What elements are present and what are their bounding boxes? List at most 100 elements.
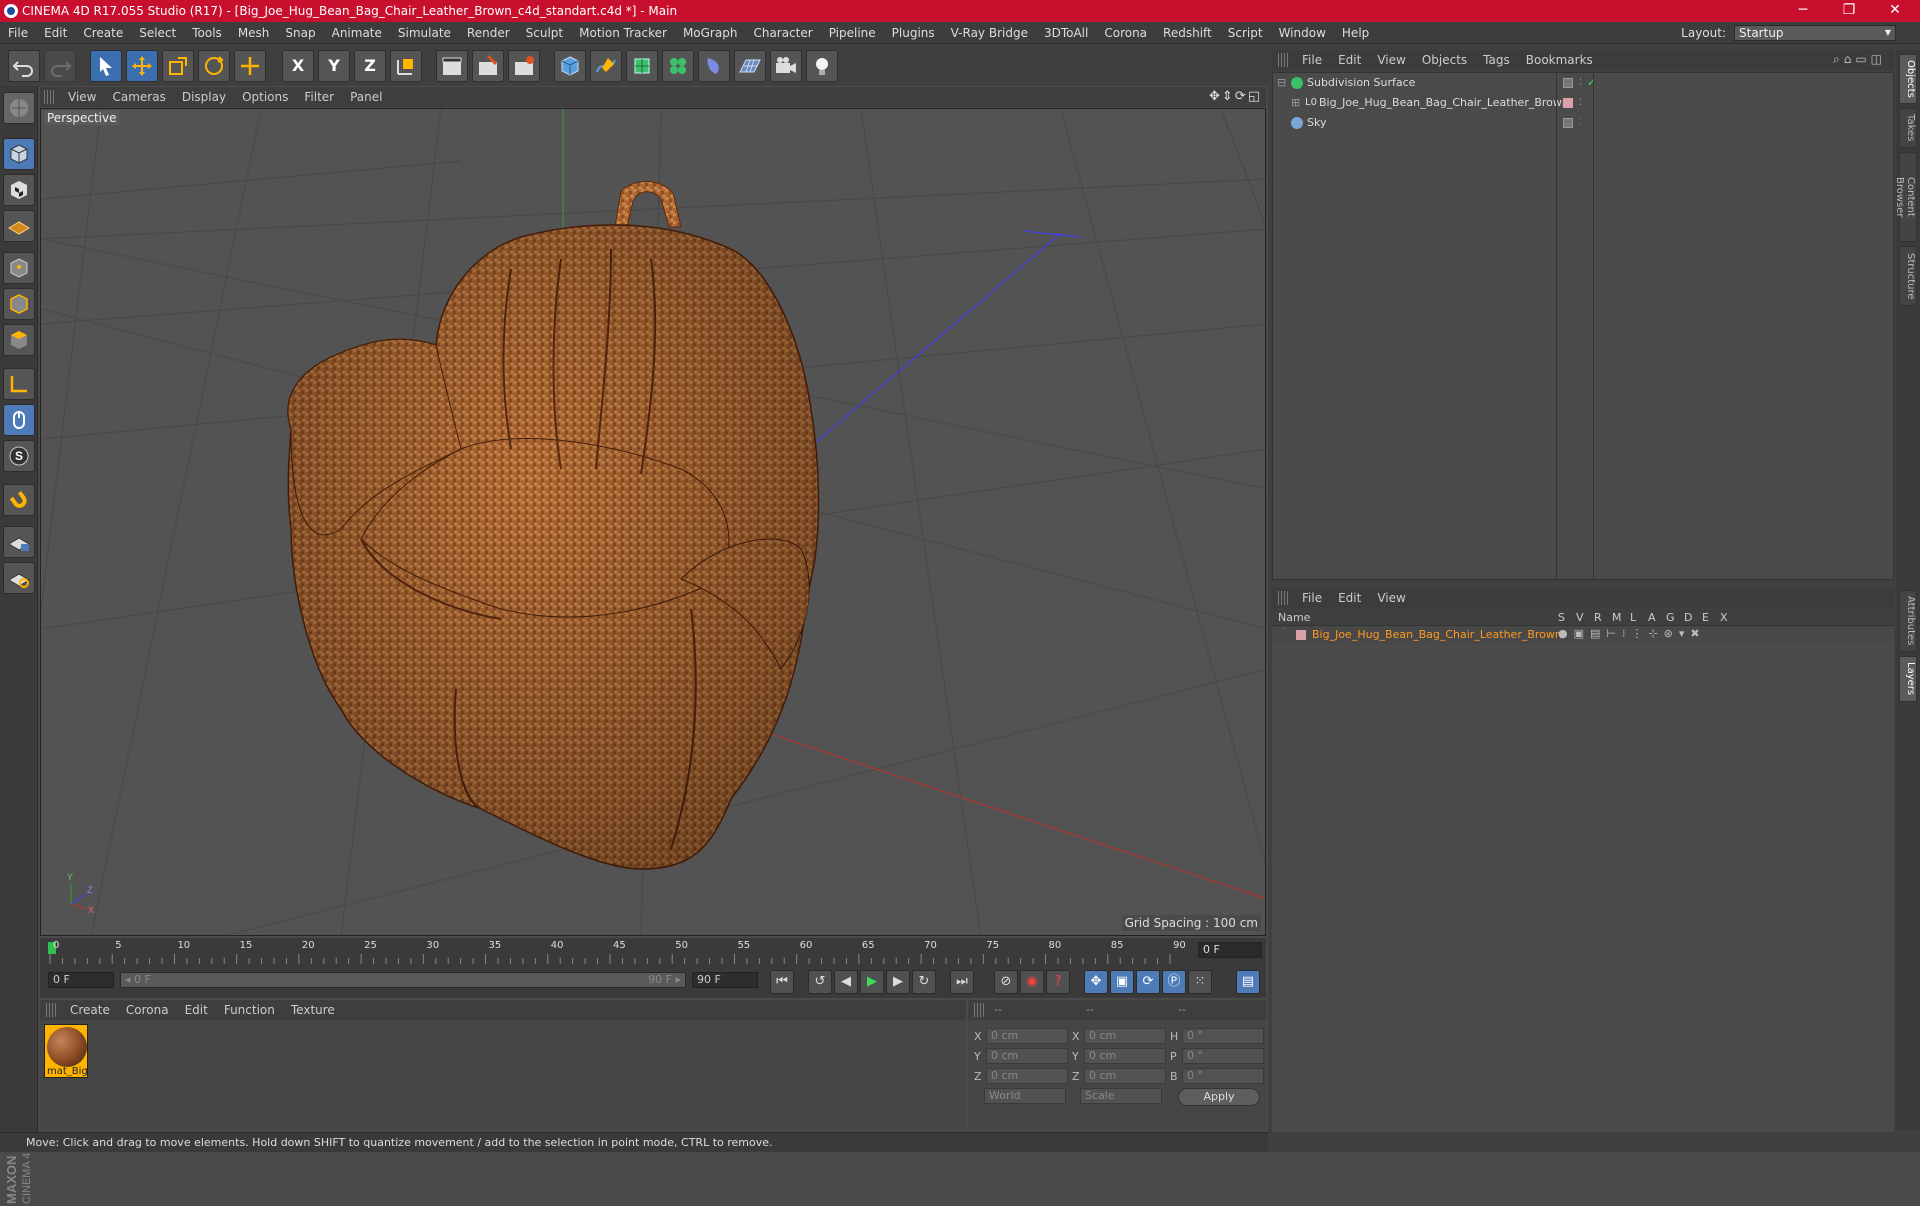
menu-animate[interactable]: Animate	[324, 22, 390, 44]
spline-pen-button[interactable]	[590, 50, 622, 82]
y-axis-button[interactable]: Y	[318, 50, 350, 82]
layer-toggle-icons[interactable]: ●▣▤⊢⁝⋮⊹⊛▾✖	[1558, 627, 1706, 640]
menu-edit[interactable]: Edit	[36, 22, 75, 44]
previous-keyframe-button[interactable]: ↺	[808, 970, 832, 994]
layer-swatch-icon[interactable]	[1563, 118, 1573, 128]
menu-sculpt[interactable]: Sculpt	[518, 22, 571, 44]
layer-menu-edit[interactable]: Edit	[1330, 588, 1369, 608]
expand-toggle-icon[interactable]: ⊟	[1277, 73, 1286, 93]
coordinate-space-select[interactable]: World	[984, 1088, 1066, 1104]
next-frame-button[interactable]: ▶	[886, 970, 910, 994]
menu-file[interactable]: File	[0, 22, 36, 44]
light-button[interactable]	[806, 50, 838, 82]
object-menu-edit[interactable]: Edit	[1330, 50, 1369, 70]
menu-corona[interactable]: Corona	[1096, 22, 1155, 44]
apply-button[interactable]: Apply	[1178, 1088, 1260, 1106]
texture-mode-button[interactable]	[3, 174, 35, 206]
render-settings-button[interactable]	[508, 50, 540, 82]
coordinate-system-button[interactable]	[390, 50, 422, 82]
menu-3dtoall[interactable]: 3DToAll	[1036, 22, 1096, 44]
record-keys-button[interactable]: ⊘	[994, 970, 1018, 994]
tab-layers[interactable]: Layers	[1899, 656, 1917, 702]
viewport-menu-view[interactable]: View	[60, 87, 104, 107]
menu-plugins[interactable]: Plugins	[884, 22, 943, 44]
home-icon[interactable]: ⌂	[1844, 52, 1856, 66]
size-x-field[interactable]: 0 cm	[1084, 1028, 1166, 1044]
deformer-button[interactable]	[698, 50, 730, 82]
minimize-button[interactable]: ─	[1780, 0, 1826, 22]
panel-grip-icon[interactable]	[44, 90, 56, 104]
next-keyframe-button[interactable]: ↻	[912, 970, 936, 994]
timeline-window-button[interactable]: ▤	[1236, 970, 1260, 994]
menu-vray-bridge[interactable]: V-Ray Bridge	[943, 22, 1036, 44]
object-row-sky[interactable]: Sky ⁚	[1273, 113, 1893, 133]
model-mode-button[interactable]	[3, 138, 35, 170]
close-button[interactable]: ✕	[1872, 0, 1918, 22]
menu-create[interactable]: Create	[75, 22, 131, 44]
viewport-menu-panel[interactable]: Panel	[342, 87, 390, 107]
material-menu-texture[interactable]: Texture	[283, 1000, 343, 1020]
object-row-subdivision-surface[interactable]: ⊟ Subdivision Surface ⁚ ✓	[1273, 73, 1893, 93]
enabled-check-icon[interactable]: ✓	[1587, 73, 1596, 93]
panel-expand-icon[interactable]: ◫	[1871, 52, 1886, 66]
menu-render[interactable]: Render	[459, 22, 518, 44]
pos-y-field[interactable]: 0 cm	[986, 1048, 1068, 1064]
cube-object-button[interactable]	[554, 50, 586, 82]
rotation-key-button[interactable]: ⟳	[1136, 970, 1160, 994]
menu-snap[interactable]: Snap	[277, 22, 323, 44]
object-name[interactable]: Subdivision Surface	[1307, 73, 1415, 93]
maximize-button[interactable]: ❐	[1826, 0, 1872, 22]
menu-script[interactable]: Script	[1220, 22, 1271, 44]
layer-menu-view[interactable]: View	[1369, 588, 1413, 608]
visibility-dots-icon[interactable]: ⁚	[1579, 113, 1582, 133]
end-frame-field[interactable]: 90 F	[692, 972, 758, 988]
go-to-start-button[interactable]: ⏮	[770, 970, 794, 994]
menu-mograph[interactable]: MoGraph	[675, 22, 746, 44]
x-axis-button[interactable]: X	[282, 50, 314, 82]
menu-select[interactable]: Select	[131, 22, 184, 44]
redo-button[interactable]	[44, 50, 76, 82]
object-name[interactable]: Big_Joe_Hug_Bean_Bag_Chair_Leather_Brown	[1319, 93, 1569, 113]
solo-button[interactable]: S	[3, 440, 35, 472]
make-editable-button[interactable]	[3, 92, 35, 124]
viewport-navigation-icons[interactable]: ✥⇕⟳◱	[1209, 89, 1262, 104]
points-mode-button[interactable]	[3, 252, 35, 284]
axis-mode-button[interactable]	[3, 368, 35, 400]
move-tool-button[interactable]	[126, 50, 158, 82]
tab-objects[interactable]: Objects	[1899, 54, 1917, 104]
panel-grip-icon[interactable]	[1278, 53, 1290, 67]
viewport-menu-cameras[interactable]: Cameras	[104, 87, 173, 107]
layer-row[interactable]: Big_Joe_Hug_Bean_Bag_Chair_Leather_Brown…	[1272, 626, 1892, 644]
object-manager-tools[interactable]: ⌕⌂▭◫	[1833, 52, 1886, 67]
object-menu-view[interactable]: View	[1369, 50, 1413, 70]
viewport-menu-display[interactable]: Display	[174, 87, 234, 107]
panel-grip-icon[interactable]	[1278, 591, 1290, 605]
workplane-mode-button[interactable]	[3, 210, 35, 242]
panel-grip-icon[interactable]	[974, 1003, 986, 1017]
tab-structure[interactable]: Structure	[1899, 246, 1917, 306]
menu-mesh[interactable]: Mesh	[230, 22, 278, 44]
autokeying-button[interactable]: ◉	[1020, 970, 1044, 994]
expand-toggle-icon[interactable]: ⊞	[1291, 93, 1300, 113]
menu-motion-tracker[interactable]: Motion Tracker	[571, 22, 675, 44]
object-menu-bookmarks[interactable]: Bookmarks	[1518, 50, 1601, 70]
frame-range-slider[interactable]: ◂ 0 F 90 F ▸	[120, 972, 686, 988]
menu-window[interactable]: Window	[1271, 22, 1334, 44]
search-icon[interactable]: ⌕	[1833, 52, 1844, 66]
size-y-field[interactable]: 0 cm	[1084, 1048, 1166, 1064]
rot-h-field[interactable]: 0 °	[1182, 1028, 1264, 1044]
object-menu-objects[interactable]: Objects	[1414, 50, 1475, 70]
object-menu-file[interactable]: File	[1294, 50, 1330, 70]
workplane-snap-button[interactable]	[3, 562, 35, 594]
go-to-end-button[interactable]: ⏭	[950, 970, 974, 994]
edges-mode-button[interactable]	[3, 288, 35, 320]
material-menu-function[interactable]: Function	[216, 1000, 283, 1020]
polygons-mode-button[interactable]	[3, 324, 35, 356]
tweak-mode-button[interactable]	[3, 404, 35, 436]
menu-help[interactable]: Help	[1334, 22, 1377, 44]
menu-tools[interactable]: Tools	[184, 22, 230, 44]
visibility-dots-icon[interactable]: ⁚	[1579, 93, 1582, 113]
pos-z-field[interactable]: 0 cm	[986, 1068, 1068, 1084]
previous-frame-button[interactable]: ◀	[834, 970, 858, 994]
scale-tool-button[interactable]	[162, 50, 194, 82]
